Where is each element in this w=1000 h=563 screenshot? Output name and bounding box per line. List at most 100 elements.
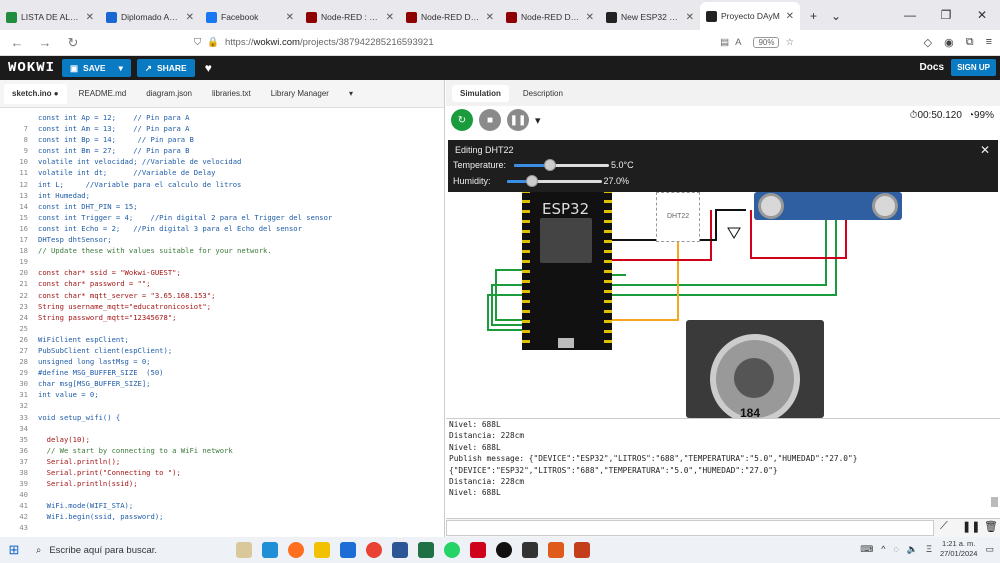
tab-libraries[interactable]: libraries.txt (204, 84, 259, 104)
account-icon[interactable]: ◉ (944, 36, 954, 49)
code-line: 8 const int Bp = 14; // Pin para B (0, 134, 445, 145)
code-line: 13 int Humedad; (0, 190, 445, 201)
close-tab-icon[interactable]: ✕ (686, 12, 694, 23)
temperature-knob[interactable] (544, 158, 557, 171)
ultrasonic-sensor[interactable] (754, 192, 902, 220)
edge-icon[interactable] (262, 542, 278, 558)
menu-icon[interactable]: ≡ (986, 36, 992, 49)
keyboard-icon[interactable]: ⌨ (860, 544, 873, 555)
docs-link[interactable]: Docs (920, 62, 944, 73)
tab-library-manager[interactable]: Library Manager (263, 84, 337, 104)
language-icon[interactable]: Ξ (926, 544, 932, 554)
tray-chevron-icon[interactable]: ^ (881, 544, 885, 554)
volume-icon[interactable]: 🔈 (907, 544, 918, 555)
tab-readme[interactable]: README.md (71, 84, 135, 104)
close-tab-icon[interactable]: ✕ (486, 12, 494, 23)
close-tab-icon[interactable]: ✕ (86, 12, 94, 23)
browser-tab[interactable]: New ESP32 Proje ✕ (600, 4, 700, 30)
browser-tab[interactable]: Proyecto DAyM ✕ (700, 2, 800, 30)
tab-sketch[interactable]: sketch.ino ● (4, 83, 67, 104)
line-number: 26 (19, 334, 28, 344)
close-tab-icon[interactable]: ✕ (286, 12, 294, 23)
signup-button[interactable]: SIGN UP (951, 59, 996, 76)
heart-icon[interactable]: ♥ (205, 61, 212, 75)
close-tab-icon[interactable]: ✕ (186, 12, 194, 23)
zoom-level[interactable]: 90% (753, 37, 780, 48)
serial-line: {"DEVICE":"ESP32","LITROS":"688","TEMPER… (449, 465, 778, 475)
bookmark-star-icon[interactable]: ☆ (785, 37, 794, 48)
plotter-icon[interactable]: ⟋ (940, 520, 948, 533)
clock[interactable]: 1:21 a. m. 27/01/2024 (940, 539, 978, 559)
new-tab-icon[interactable]: + (810, 9, 817, 23)
code-line: 34 (0, 423, 445, 434)
favicon-icon (6, 11, 17, 23)
browser-tab[interactable]: Node-RED Dashb ✕ (400, 4, 500, 30)
wokwi-logo[interactable]: WOKWI (8, 60, 62, 76)
restore-icon[interactable]: ❐ (928, 8, 964, 22)
stepper-motor[interactable]: 184 (686, 320, 824, 418)
serial-monitor: Nivel: 688L Distancia: 228cm Nivel: 688L Pu… (446, 418, 1000, 518)
minimize-icon[interactable]: — (892, 8, 928, 22)
serial-pause-icon[interactable]: ❚❚ (962, 520, 980, 533)
windows-start-icon[interactable]: ⊞ (0, 542, 28, 558)
browser-tab[interactable]: Node-RED Dashb ✕ (500, 4, 600, 30)
dht22-sensor[interactable]: DHT22 (656, 192, 700, 242)
share-button[interactable]: ↗ SHARE (136, 59, 195, 77)
clear-trash-icon[interactable]: 🗑 (984, 520, 998, 533)
browser-tab[interactable]: Node-RED : Flow ✕ (300, 4, 400, 30)
serial-input[interactable] (446, 520, 934, 536)
app-icon[interactable] (548, 542, 564, 558)
notification-icon[interactable]: ▭ (985, 544, 994, 555)
humidity-slider[interactable] (506, 174, 602, 187)
code-text: unsigned long lastMsg = 0; (38, 357, 151, 367)
mail-icon[interactable] (340, 542, 356, 558)
tiktok-icon[interactable] (496, 542, 512, 558)
code-line: 35 delay(10); (0, 434, 445, 445)
forward-icon[interactable]: → (34, 35, 56, 50)
close-tab-icon[interactable]: ✕ (386, 12, 394, 23)
tab-list-chevron-icon[interactable]: ⌄ (831, 9, 841, 23)
browser-tab-label: LISTA DE ALUMN (21, 12, 82, 22)
temperature-slider[interactable] (514, 158, 610, 171)
serial-scrollbar[interactable] (991, 497, 998, 507)
file-menu-chevron-icon[interactable]: ▾ (341, 84, 361, 104)
browser-tab-label: Node-RED Dashb (421, 12, 482, 22)
close-window-icon[interactable]: ✕ (964, 8, 1000, 22)
translate-icon[interactable]: A (735, 37, 741, 48)
save-button[interactable]: ▣ SAVE ▾ (62, 59, 131, 77)
whatsapp-icon[interactable] (444, 542, 460, 558)
powerpoint-icon[interactable] (574, 542, 590, 558)
url-field[interactable]: ⛉ 🔒 https://wokwi.com/projects/387942285… (194, 33, 794, 53)
acrobat-icon[interactable] (470, 542, 486, 558)
humidity-knob[interactable] (526, 174, 539, 187)
file-explorer-icon[interactable] (314, 542, 330, 558)
widget-icon[interactable] (236, 542, 252, 558)
terminal-icon[interactable] (522, 542, 538, 558)
usb-port (558, 338, 574, 348)
code-line: const int Ap = 12; // Pin para A (0, 112, 445, 123)
taskbar-search[interactable]: ⌕ Escribe aquí para buscar. (28, 537, 176, 563)
tab-diagram[interactable]: diagram.json (138, 84, 200, 104)
chrome-icon[interactable] (366, 542, 382, 558)
word-icon[interactable] (392, 542, 408, 558)
code-area[interactable]: const int Ap = 12; // Pin para A 7 const i… (0, 112, 445, 537)
excel-icon[interactable] (418, 542, 434, 558)
code-text: #define MSG_BUFFER_SIZE (50) (38, 368, 164, 378)
close-panel-icon[interactable]: ✕ (980, 143, 990, 157)
dht-edit-panel: Editing DHT22 ✕ Temperature: 5.0°C Humid… (448, 140, 998, 192)
browser-tab[interactable]: Diplomado Autor ✕ (100, 4, 200, 30)
close-tab-icon[interactable]: ✕ (786, 11, 794, 22)
browser-tab[interactable]: Facebook ✕ (200, 4, 300, 30)
browser-tab[interactable]: LISTA DE ALUMN ✕ (0, 4, 100, 30)
back-icon[interactable]: ← (6, 35, 28, 50)
network-icon[interactable]: ◌ (894, 544, 899, 554)
extensions-icon[interactable]: ⧉ (966, 36, 974, 49)
reload-icon[interactable]: ↻ (62, 35, 84, 51)
esp32-board[interactable]: ESP32 (522, 190, 612, 350)
code-line: 16 const int Echo = 2; //Pin digital 3 pa… (0, 223, 445, 234)
pocket-icon[interactable]: ◇ (924, 36, 932, 49)
save-dropdown-icon[interactable]: ▾ (119, 63, 123, 74)
close-tab-icon[interactable]: ✕ (586, 12, 594, 23)
firefox-icon[interactable] (288, 542, 304, 558)
reader-icon[interactable]: ▤ (720, 37, 729, 48)
